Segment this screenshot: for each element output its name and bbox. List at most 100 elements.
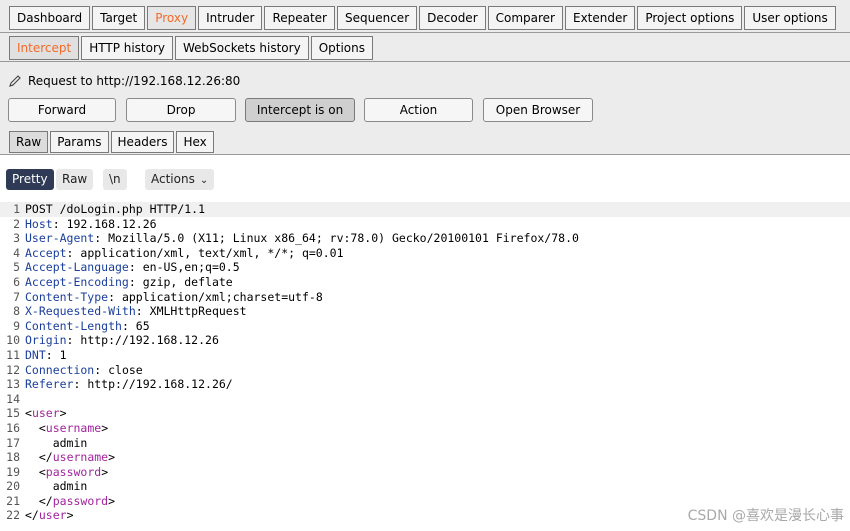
view-tab-raw[interactable]: Raw	[9, 131, 49, 153]
line-number: 4	[13, 245, 20, 260]
code-line: 4 Accept: application/xml, text/xml, */*;…	[0, 246, 850, 261]
header-value: gzip, deflate	[142, 274, 233, 289]
header-separator: :	[128, 274, 143, 289]
tab-proxy[interactable]: Proxy	[147, 6, 197, 30]
xml-tag-name: username	[52, 450, 109, 465]
code-line: 18 </username>	[0, 450, 850, 465]
line-content: DNT: 1	[25, 348, 67, 363]
intercept-toggle-button[interactable]: Intercept is on	[245, 98, 355, 122]
pencil-icon	[9, 75, 21, 87]
header-name: Referer	[25, 377, 74, 392]
tag-bracket: </	[38, 493, 53, 508]
actions-dropdown[interactable]: Actions ⌄	[145, 169, 215, 190]
tag-bracket: <	[38, 464, 46, 479]
tab-project-options[interactable]: Project options	[637, 6, 743, 30]
watermark: CSDN @喜欢是漫长心事	[687, 508, 844, 524]
header-name: Origin	[25, 333, 67, 348]
view-tab-hex[interactable]: Hex	[176, 131, 214, 153]
header-separator: :	[135, 304, 150, 319]
line-content: Origin: http://192.168.12.26	[25, 333, 219, 348]
xml-tag-name: user	[38, 508, 67, 523]
request-editor[interactable]: 1 POST /doLogin.php HTTP/1.1 2 Host: 192.16…	[0, 202, 850, 523]
tag-bracket: >	[101, 464, 109, 479]
xml-tag-name: username	[45, 420, 102, 435]
line-number: 21	[6, 493, 20, 508]
tab-target[interactable]: Target	[92, 6, 146, 30]
pretty-button[interactable]: Pretty	[6, 169, 54, 190]
forward-button[interactable]: Forward	[8, 98, 116, 122]
header-value: 65	[135, 318, 150, 333]
tag-bracket: >	[59, 406, 67, 421]
xml-text: admin	[52, 479, 88, 494]
line-number: 9	[13, 318, 20, 333]
tab-user-options[interactable]: User options	[744, 6, 836, 30]
line-number: 6	[13, 274, 20, 289]
view-tab-params[interactable]: Params	[50, 131, 109, 153]
tab-sequencer[interactable]: Sequencer	[337, 6, 418, 30]
line-number: 19	[6, 464, 20, 479]
code-line: 1 POST /doLogin.php HTTP/1.1	[0, 202, 850, 217]
tag-bracket: >	[66, 508, 74, 523]
line-number: 5	[13, 260, 20, 275]
line-number: 15	[6, 406, 20, 421]
tab-decoder[interactable]: Decoder	[419, 6, 486, 30]
raw-button[interactable]: Raw	[56, 169, 94, 190]
line-number: 17	[6, 435, 20, 450]
code-line: 6 Accept-Encoding: gzip, deflate	[0, 275, 850, 290]
tab-dashboard[interactable]: Dashboard	[9, 6, 91, 30]
header-separator: :	[108, 289, 122, 304]
proxy-tab-http-history[interactable]: HTTP history	[81, 36, 174, 60]
editor-toolbar: Pretty Raw \n Actions ⌄	[0, 163, 850, 193]
line-content: <username>	[25, 421, 108, 436]
code-line: 20 admin	[0, 479, 850, 494]
line-content: </password>	[25, 494, 115, 509]
tab-extender[interactable]: Extender	[565, 6, 636, 30]
line-number: 1	[13, 202, 20, 216]
line-number: 3	[13, 231, 20, 246]
xml-tag-name: password	[45, 464, 102, 479]
main-tab-list: Dashboard Target Proxy Intruder Repeater Sequ…	[9, 6, 838, 30]
code-line: 9 Content-Length: 65	[0, 319, 850, 334]
line-number: 18	[6, 450, 20, 465]
proxy-tab-options[interactable]: Options	[310, 36, 373, 60]
view-tab-headers[interactable]: Headers	[110, 131, 175, 153]
tag-bracket: </	[25, 508, 39, 523]
tab-repeater[interactable]: Repeater	[264, 6, 335, 30]
header-name: Accept-Language	[25, 260, 129, 275]
xml-tag-name: password	[52, 493, 109, 508]
line-content: Referer: http://192.168.12.26/	[25, 377, 233, 392]
code-line: 5 Accept-Language: en-US,en;q=0.5	[0, 260, 850, 275]
line-number: 2	[13, 216, 20, 231]
request-target-label: Request to http://192.168.12.26:80	[28, 74, 241, 88]
header-value: XMLHttpRequest	[149, 304, 247, 319]
line-content: </user>	[25, 508, 74, 523]
newline-toggle-button[interactable]: \n	[103, 169, 127, 190]
tab-comparer[interactable]: Comparer	[487, 6, 563, 30]
open-browser-button[interactable]: Open Browser	[483, 98, 593, 122]
code-line: 10 Origin: http://192.168.12.26	[0, 333, 850, 348]
chevron-down-icon: ⌄	[199, 175, 209, 186]
drop-button[interactable]: Drop	[126, 98, 236, 122]
line-number: 12	[6, 362, 20, 377]
proxy-tab-intercept[interactable]: Intercept	[9, 36, 80, 60]
line-content: <password>	[25, 465, 108, 480]
proxy-tab-list: Intercept HTTP history WebSockets history O…	[9, 36, 375, 60]
line-number: 16	[6, 420, 20, 435]
line-content: admin	[25, 436, 88, 451]
request-line: POST /doLogin.php HTTP/1.1	[25, 202, 206, 216]
header-separator: :	[73, 377, 88, 392]
line-content: admin	[25, 479, 88, 494]
line-number: 22	[6, 508, 20, 523]
action-button[interactable]: Action	[364, 98, 473, 122]
proxy-tab-websockets-history[interactable]: WebSockets history	[175, 36, 309, 60]
header-separator: :	[45, 347, 60, 362]
header-value: en-US,en;q=0.5	[142, 260, 240, 275]
request-target-line: Request to http://192.168.12.26:80	[8, 74, 240, 88]
tab-intruder[interactable]: Intruder	[198, 6, 263, 30]
code-line: 12 Connection: close	[0, 363, 850, 378]
